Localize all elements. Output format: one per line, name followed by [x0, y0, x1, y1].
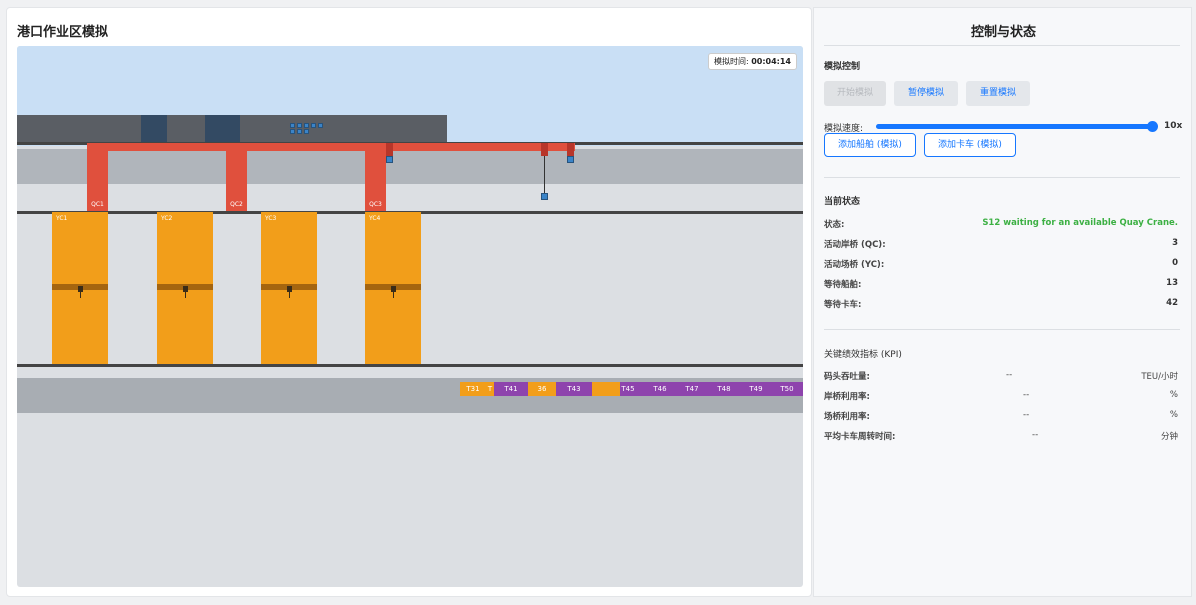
kpi-throughput-unit: TEU/小时 — [1141, 372, 1178, 382]
yard-crane-rope — [80, 290, 81, 298]
yard-crane-rope — [393, 290, 394, 298]
yard-crane: YC4 — [365, 212, 421, 364]
ship-container — [290, 129, 295, 134]
kpi-yc-util-value: -- — [1023, 410, 1030, 420]
start-button[interactable]: 开始模拟 — [824, 81, 886, 106]
truck: T31 — [460, 382, 486, 396]
waiting-trucks-label: 等待卡车: — [824, 300, 862, 310]
truck-label: T45 — [621, 385, 635, 393]
ship-hold — [205, 115, 240, 143]
waiting-trucks-value: 42 — [1166, 298, 1178, 308]
yard-crane-rope — [185, 290, 186, 298]
kpi-turnaround-value: -- — [1032, 430, 1039, 440]
kpi-qc-util-value: -- — [1023, 390, 1030, 400]
kpi-turnaround-unit: 分钟 — [1160, 432, 1178, 442]
truck-label: T46 — [653, 385, 667, 393]
quay-crane-beam — [87, 143, 575, 151]
divider — [824, 329, 1180, 330]
status-value: S12 waiting for an available Quay Crane. — [982, 218, 1178, 228]
reset-button[interactable]: 重置模拟 — [966, 81, 1030, 106]
hoisted-container — [567, 156, 574, 163]
pause-button[interactable]: 暂停模拟 — [894, 81, 958, 106]
yard-crane: YC2 — [157, 212, 213, 364]
truck: T — [486, 382, 494, 396]
control-panel-title: 控制与状态 — [970, 25, 1036, 40]
ship-container — [304, 123, 309, 128]
truck: 36 — [528, 382, 556, 396]
add-ship-button[interactable]: 添加船舶 (模拟) — [824, 133, 916, 157]
yard-crane-label: YC2 — [161, 215, 173, 222]
hoist-cable — [544, 156, 545, 193]
sim-control-title: 模拟控制 — [824, 62, 861, 72]
kpi-turnaround-label: 平均卡车周转时间: — [824, 432, 896, 442]
ship-container — [304, 129, 309, 134]
hoisted-container — [541, 193, 548, 200]
kpi-throughput-value: -- — [1006, 370, 1013, 380]
kpi-qc-util-label: 岸桥利用率: — [824, 392, 870, 402]
kpi-yc-util-label: 场桥利用率: — [824, 412, 870, 422]
quay-crane-label: QC2 — [230, 201, 243, 208]
control-panel: 控制与状态 模拟控制 开始模拟 暂停模拟 重置模拟 模拟速度: 10x 添加船舶… — [813, 7, 1192, 597]
simulation-panel: 港口作业区模拟 模拟时间: 00:04:14 QC1 QC2 QC3 YC1 Y… — [6, 7, 812, 597]
ship-container — [311, 123, 316, 128]
sim-time-label: 模拟时间: — [713, 57, 749, 66]
ship-container — [297, 129, 302, 134]
kpi-qc-util-unit: % — [1169, 390, 1178, 400]
ship-hold — [141, 115, 167, 143]
crane-trolley — [567, 143, 574, 156]
crane-trolley — [541, 143, 548, 156]
divider — [824, 177, 1180, 178]
waiting-ships-label: 等待船舶: — [824, 280, 862, 290]
kpi-throughput-label: 码头吞吐量: — [824, 372, 870, 382]
speed-value: 10x — [1164, 121, 1183, 131]
ship — [17, 115, 447, 143]
divider — [824, 45, 1180, 46]
active-yc-label: 活动场桥 (YC): — [824, 260, 885, 270]
kpi-yc-util-unit: % — [1169, 410, 1178, 420]
active-qc-value: 3 — [1172, 238, 1178, 248]
quay-crane-label: QC1 — [91, 201, 104, 208]
yard-crane-rope — [289, 290, 290, 298]
hoisted-container — [386, 156, 393, 163]
active-qc-label: 活动岸桥 (QC): — [824, 240, 886, 250]
truck-label: T48 — [717, 385, 731, 393]
yard-crane-label: YC3 — [265, 215, 277, 222]
panel-title: 港口作业区模拟 — [17, 25, 109, 40]
status-label: 状态: — [824, 220, 845, 230]
truck-queue: T45 T46 T47 T48 T49 T50 — [620, 382, 803, 396]
truck-label: T47 — [685, 385, 699, 393]
truck: T43 — [556, 382, 592, 396]
truck: T41 — [494, 382, 528, 396]
ship-container — [290, 123, 295, 128]
yard-crane-label: YC4 — [369, 215, 381, 222]
ship-container — [297, 123, 302, 128]
crane-trolley — [386, 143, 393, 156]
speed-slider[interactable] — [876, 124, 1152, 129]
yard-crane: YC3 — [261, 212, 317, 364]
sim-time-display: 模拟时间: 00:04:14 — [707, 53, 797, 70]
truck-label: T49 — [749, 385, 763, 393]
simulation-canvas: 模拟时间: 00:04:14 QC1 QC2 QC3 YC1 YC2 YC3 Y… — [17, 46, 803, 587]
yard-crane-label: YC1 — [56, 215, 68, 222]
sim-time-value: 00:04:14 — [751, 57, 791, 66]
yard-crane: YC1 — [52, 212, 108, 364]
yard-rail-bottom — [17, 364, 803, 367]
quay-crane-label: QC3 — [369, 201, 382, 208]
add-truck-button[interactable]: 添加卡车 (模拟) — [924, 133, 1016, 157]
truck — [592, 382, 620, 396]
active-yc-value: 0 — [1172, 258, 1178, 268]
quay-lane — [17, 149, 803, 184]
status-title: 当前状态 — [824, 197, 861, 207]
speed-slider-thumb[interactable] — [1147, 121, 1158, 132]
truck-label: T50 — [780, 385, 794, 393]
waiting-ships-value: 13 — [1166, 278, 1178, 288]
kpi-title: 关键绩效指标 (KPI) — [824, 350, 902, 360]
ship-container — [318, 123, 323, 128]
